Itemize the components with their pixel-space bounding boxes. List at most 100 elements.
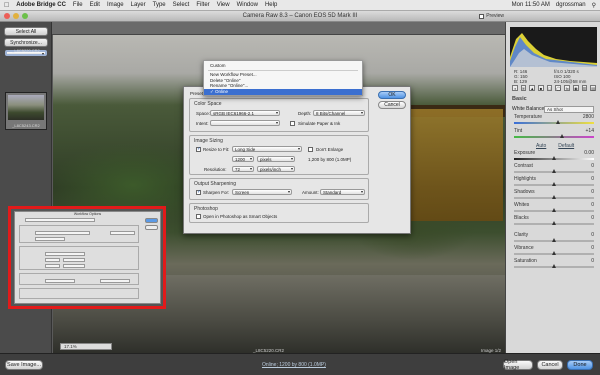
apple-icon[interactable]:  bbox=[4, 2, 9, 9]
inset-field bbox=[100, 279, 130, 283]
tone-curve-icon[interactable]: ≋ bbox=[520, 85, 527, 91]
smart-objects-checkbox[interactable] bbox=[196, 214, 201, 219]
camera-calibration-icon[interactable]: ◉ bbox=[573, 85, 579, 91]
resize-to-fit-checkbox[interactable] bbox=[196, 146, 201, 152]
depth-select[interactable]: 8 Bits/Channel bbox=[313, 110, 365, 116]
presets-icon[interactable]: ☰ bbox=[581, 85, 588, 91]
simulate-paper-checkbox[interactable] bbox=[290, 121, 295, 126]
menu-image[interactable]: Image bbox=[107, 2, 124, 8]
detail-icon[interactable]: ▲ bbox=[529, 85, 536, 91]
image-toolstrip bbox=[52, 22, 505, 35]
inset-field bbox=[35, 237, 65, 241]
photoshop-group: Photoshop Open in Photoshop as Smart Obj… bbox=[189, 203, 369, 223]
search-icon[interactable]: ⚲ bbox=[592, 2, 596, 9]
menu-item-custom[interactable]: Custom bbox=[210, 63, 226, 68]
sharpen-for-checkbox[interactable] bbox=[196, 189, 201, 195]
ok-button[interactable]: OK bbox=[378, 91, 406, 99]
menu-file[interactable]: File bbox=[73, 2, 83, 8]
slider-value[interactable]: 0 bbox=[591, 189, 594, 195]
slider-value[interactable]: 0 bbox=[591, 245, 594, 251]
slider-value[interactable]: 0 bbox=[591, 215, 594, 221]
slider-knob[interactable] bbox=[560, 134, 564, 138]
app-menu[interactable]: Adobe Bridge CC bbox=[16, 2, 66, 8]
long-side-input[interactable]: 1200 bbox=[232, 156, 254, 162]
slider-knob[interactable] bbox=[556, 120, 560, 124]
default-link[interactable]: Default bbox=[558, 143, 574, 149]
window-title: Camera Raw 8.3 – Canon EOS 5D Mark III bbox=[242, 13, 358, 19]
slider-value[interactable]: 0.00 bbox=[584, 150, 594, 156]
save-image-button[interactable]: Save Image... bbox=[5, 360, 43, 370]
workflow-options-link[interactable]: Online; 1200 by 800 (1.0MP) bbox=[262, 362, 326, 368]
dimension-info: 1,200 by 800 (1.0MP) bbox=[308, 157, 352, 162]
intent-select[interactable] bbox=[210, 120, 280, 126]
open-image-button[interactable]: Open Image bbox=[503, 359, 533, 371]
slider-value[interactable]: 0 bbox=[591, 258, 594, 264]
sharpen-for-select[interactable]: Screen bbox=[232, 189, 292, 195]
slider-value[interactable]: 0 bbox=[591, 202, 594, 208]
slider-value[interactable]: 0 bbox=[591, 232, 594, 238]
menu-item-new-preset[interactable]: New Workflow Preset... bbox=[210, 72, 257, 77]
auto-link[interactable]: Auto bbox=[536, 143, 546, 149]
hsl-icon[interactable]: ■ bbox=[538, 85, 544, 91]
menu-window[interactable]: Window bbox=[237, 2, 258, 8]
slider-blacks[interactable]: Blacks 0 bbox=[512, 215, 596, 230]
slider-saturation[interactable]: Saturation 0 bbox=[512, 258, 596, 273]
slider-value[interactable]: +14 bbox=[586, 128, 594, 134]
user-name[interactable]: dgrossman bbox=[556, 2, 586, 8]
menu-item-online-selected[interactable]: ✓ Online bbox=[204, 89, 362, 95]
slider-knob[interactable] bbox=[552, 238, 556, 242]
preview-checkbox[interactable]: Preview bbox=[479, 13, 504, 19]
slider-temperature[interactable]: Temperature 2800 bbox=[512, 114, 596, 129]
basic-tab-icon[interactable]: ◑ bbox=[512, 85, 518, 91]
cancel-button[interactable]: Cancel bbox=[378, 101, 406, 109]
effects-icon[interactable]: fx bbox=[564, 85, 571, 91]
zoom-icon[interactable] bbox=[22, 13, 28, 19]
white-balance-select[interactable]: As Shot bbox=[544, 106, 594, 113]
slider-value[interactable]: 0 bbox=[591, 163, 594, 169]
menu-item-rename-preset[interactable]: Rename "Online"... bbox=[210, 83, 248, 88]
snapshots-icon[interactable]: ▤ bbox=[590, 85, 597, 91]
close-icon[interactable] bbox=[4, 13, 10, 19]
space-select[interactable]: sRGB IEC61966-2.1 bbox=[210, 110, 280, 116]
filmstrip-thumb[interactable]: _L8C5243.CR2 bbox=[5, 92, 47, 130]
dont-enlarge-checkbox[interactable] bbox=[308, 147, 313, 152]
cancel-button[interactable]: Cancel bbox=[537, 360, 563, 370]
synchronize-button[interactable]: Synchronize... bbox=[4, 38, 48, 47]
dimension-unit-select[interactable]: pixels bbox=[257, 156, 295, 162]
done-button[interactable]: Done bbox=[567, 360, 593, 370]
slider-knob[interactable] bbox=[552, 208, 556, 212]
slider-value[interactable]: 0 bbox=[591, 176, 594, 182]
minimize-icon[interactable] bbox=[13, 13, 19, 19]
split-tone-icon[interactable]: □ bbox=[546, 85, 553, 91]
menu-view[interactable]: View bbox=[217, 2, 230, 8]
sharpen-for-label: Sharpen For: bbox=[203, 190, 230, 195]
filmstrip-thumb[interactable]: _L8C5220.CR2 bbox=[5, 48, 47, 56]
simulate-paper-label: Simulate Paper & Ink bbox=[298, 121, 341, 126]
slider-knob[interactable] bbox=[552, 169, 556, 173]
amount-select[interactable]: Standard bbox=[320, 189, 365, 195]
slider-knob[interactable] bbox=[552, 264, 556, 268]
slider-track[interactable] bbox=[514, 136, 594, 138]
smart-objects-label: Open in Photoshop as Smart Objects bbox=[203, 214, 278, 219]
resolution-unit-select[interactable]: pixels/inch bbox=[257, 166, 295, 172]
inset-color-space-group bbox=[19, 225, 139, 243]
resize-mode-select[interactable]: Long Side bbox=[232, 146, 302, 152]
resolution-input[interactable]: 72 bbox=[232, 166, 254, 172]
slider-knob[interactable] bbox=[552, 195, 556, 199]
menu-edit[interactable]: Edit bbox=[90, 2, 100, 8]
slider-knob[interactable] bbox=[552, 182, 556, 186]
menu-select[interactable]: Select bbox=[173, 2, 190, 8]
slider-value[interactable]: 2800 bbox=[583, 114, 594, 120]
menu-type[interactable]: Type bbox=[153, 2, 166, 8]
slider-tint[interactable]: Tint +14 bbox=[512, 128, 596, 143]
slider-track[interactable] bbox=[514, 122, 594, 124]
menu-layer[interactable]: Layer bbox=[131, 2, 146, 8]
slider-knob[interactable] bbox=[552, 156, 556, 160]
lens-icon[interactable]: ◯ bbox=[555, 85, 562, 91]
inset-detail-view: Workflow Options bbox=[8, 206, 166, 309]
menu-filter[interactable]: Filter bbox=[196, 2, 209, 8]
slider-knob[interactable] bbox=[552, 221, 556, 225]
menu-help[interactable]: Help bbox=[265, 2, 277, 8]
slider-knob[interactable] bbox=[552, 251, 556, 255]
select-all-button[interactable]: Select All bbox=[4, 27, 48, 36]
